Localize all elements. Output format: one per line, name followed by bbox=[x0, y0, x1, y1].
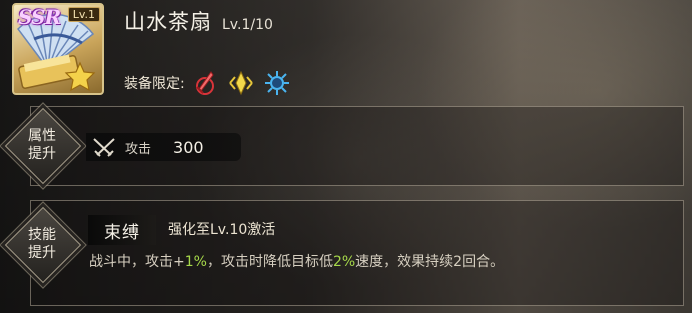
skill-unlock-text: 强化至Lv.10激活 bbox=[168, 222, 276, 238]
red-sword-role-icon bbox=[195, 71, 214, 95]
skill-name: 束缚 bbox=[104, 222, 140, 243]
item-icon: SSR Lv.1 bbox=[12, 3, 104, 95]
rarity-badge: SSR bbox=[18, 5, 61, 29]
item-level-tag: Lv.1 bbox=[67, 7, 100, 22]
skill-name-box: 束缚 bbox=[88, 215, 156, 245]
restriction-label: 装备限定: bbox=[124, 76, 185, 92]
skill-desc-part-2: ，攻击时降低目标低 bbox=[206, 254, 333, 270]
skill-desc-value-1: 1% bbox=[184, 254, 207, 270]
attack-stat: 攻击 300 bbox=[86, 133, 241, 161]
equip-restriction: 装备限定: bbox=[124, 69, 299, 97]
skill-section-badge: 技能 提升 bbox=[4, 206, 82, 284]
skill-desc-value-2: 2% bbox=[332, 254, 356, 270]
skill-desc-part-3: 速度，效果持续2回合。 bbox=[355, 254, 505, 270]
crossed-swords-icon bbox=[93, 138, 115, 157]
gold-diamond-role-icon bbox=[228, 70, 253, 96]
stat-value: 300 bbox=[173, 137, 204, 157]
skill-section-label-2: 提升 bbox=[28, 245, 56, 261]
skill-section-label: 技能 bbox=[28, 227, 56, 243]
stat-name: 攻击 bbox=[125, 141, 152, 157]
item-level: Lv.1/10 bbox=[222, 17, 273, 33]
attribute-section-label: 属性 bbox=[28, 128, 56, 144]
skill-desc-part-1: 战斗中，攻击+ bbox=[89, 254, 185, 270]
blue-sun-role-icon bbox=[264, 71, 289, 95]
title-row: 山水茶扇 Lv.1/10 bbox=[124, 6, 273, 36]
attribute-section-badge: 属性 提升 bbox=[4, 107, 82, 185]
attribute-section-label-2: 提升 bbox=[28, 146, 56, 162]
item-name: 山水茶扇 bbox=[124, 10, 212, 34]
skill-description: 战斗中，攻击+1%，攻击时降低目标低2%速度，效果持续2回合。 bbox=[89, 251, 504, 271]
